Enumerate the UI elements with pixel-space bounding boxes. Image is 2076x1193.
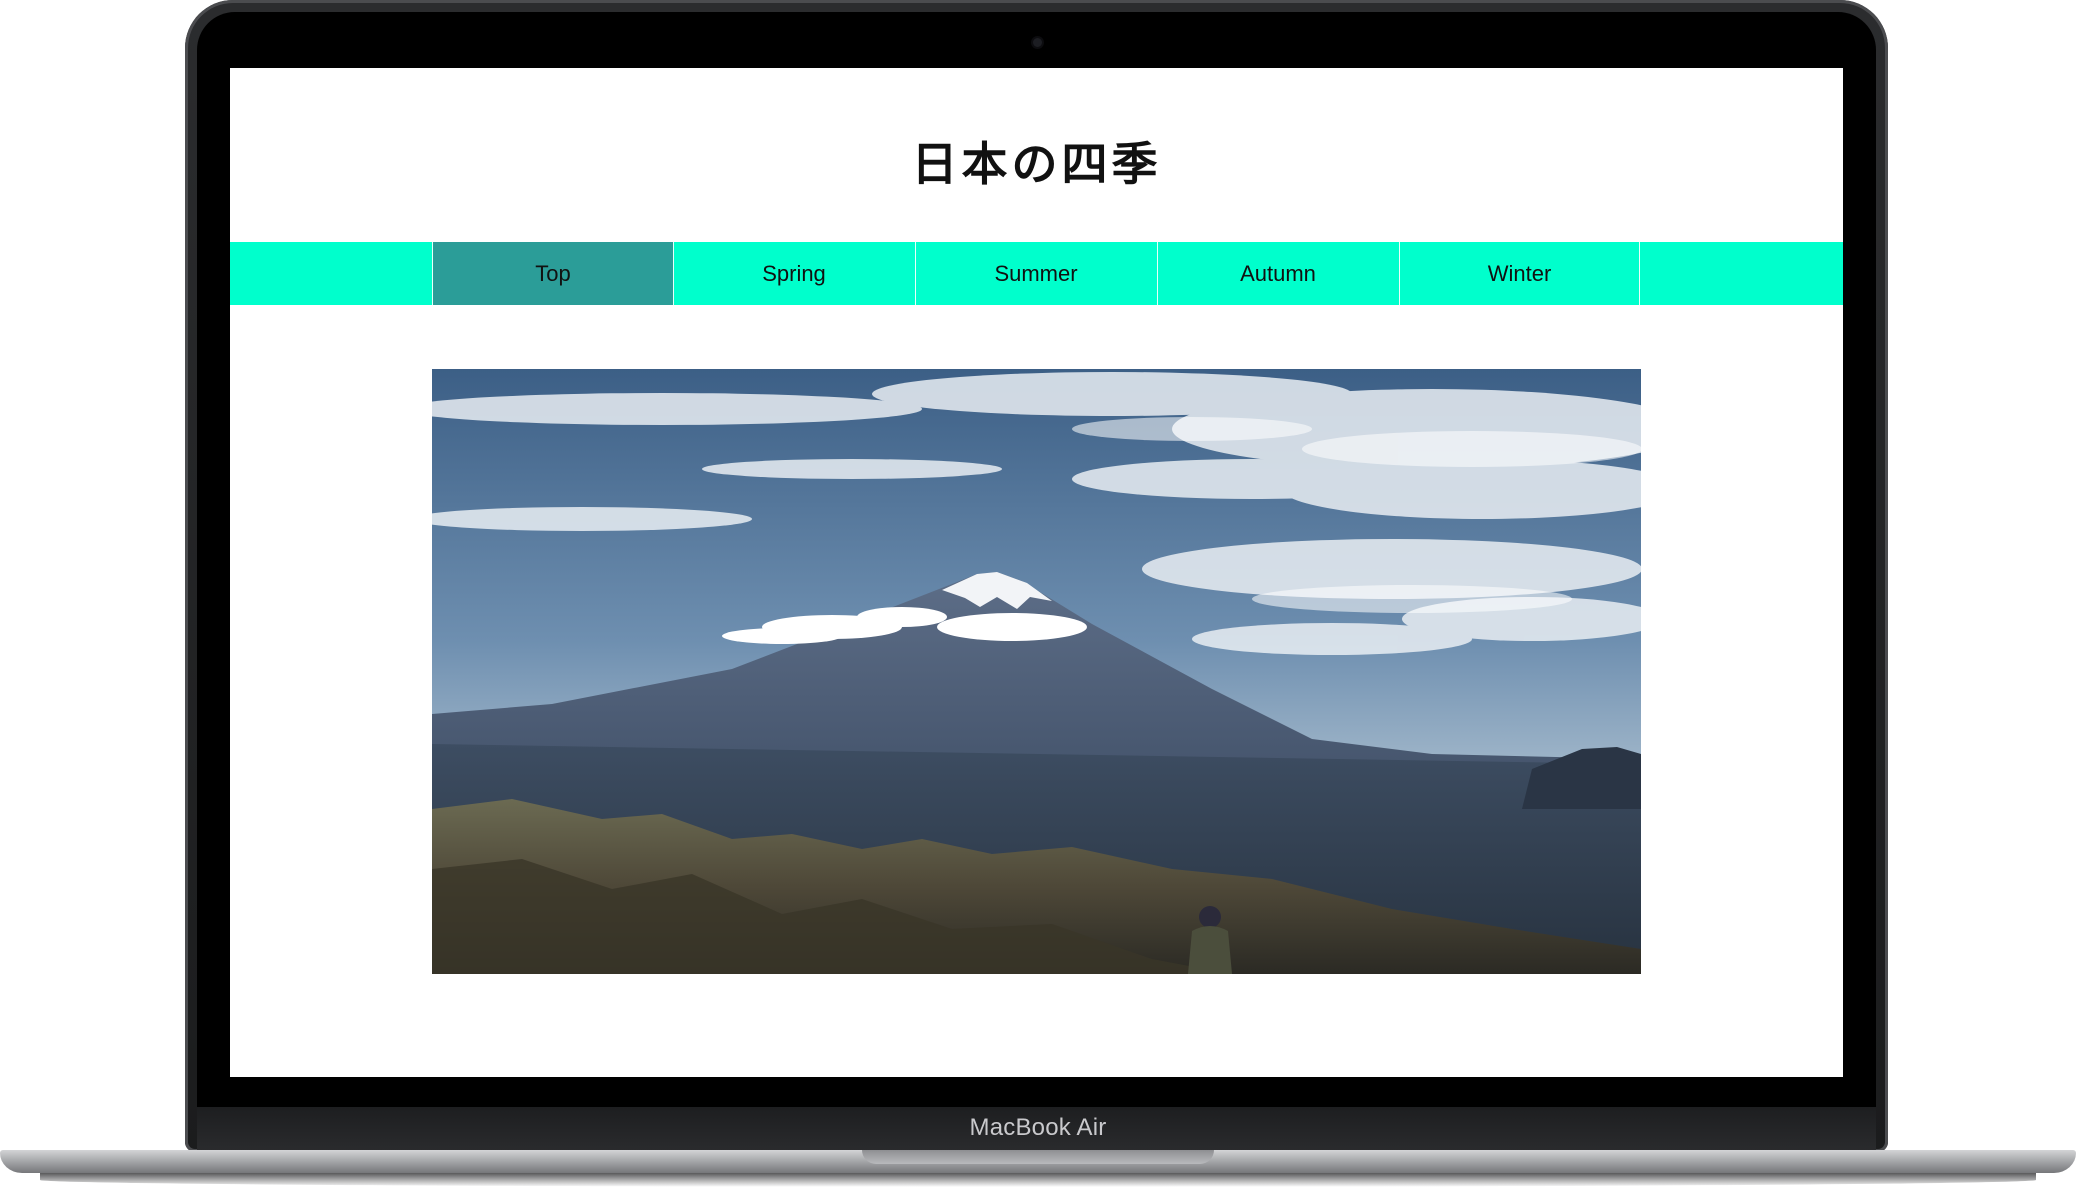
nav-item-summer[interactable]: Summer <box>915 242 1156 305</box>
nav-item-winter[interactable]: Winter <box>1399 242 1640 305</box>
nav-item-top[interactable]: Top <box>432 242 673 305</box>
laptop-mockup: 日本の四季 Top Spring Summer Autumn Winter Ma… <box>0 0 2076 1193</box>
nav-item-autumn[interactable]: Autumn <box>1157 242 1398 305</box>
laptop-notch <box>862 1150 1214 1164</box>
hero-image <box>432 369 1641 974</box>
site-title: 日本の四季 <box>911 137 1162 191</box>
laptop-shadow <box>40 1173 2036 1187</box>
mount-fuji-photo <box>432 369 1641 974</box>
camera-icon <box>1033 38 1042 47</box>
main-nav: Top Spring Summer Autumn Winter <box>230 242 1843 305</box>
device-label: MacBook Air <box>969 1114 1107 1141</box>
nav-item-spring[interactable]: Spring <box>673 242 914 305</box>
browser-viewport: 日本の四季 Top Spring Summer Autumn Winter <box>230 68 1843 1077</box>
